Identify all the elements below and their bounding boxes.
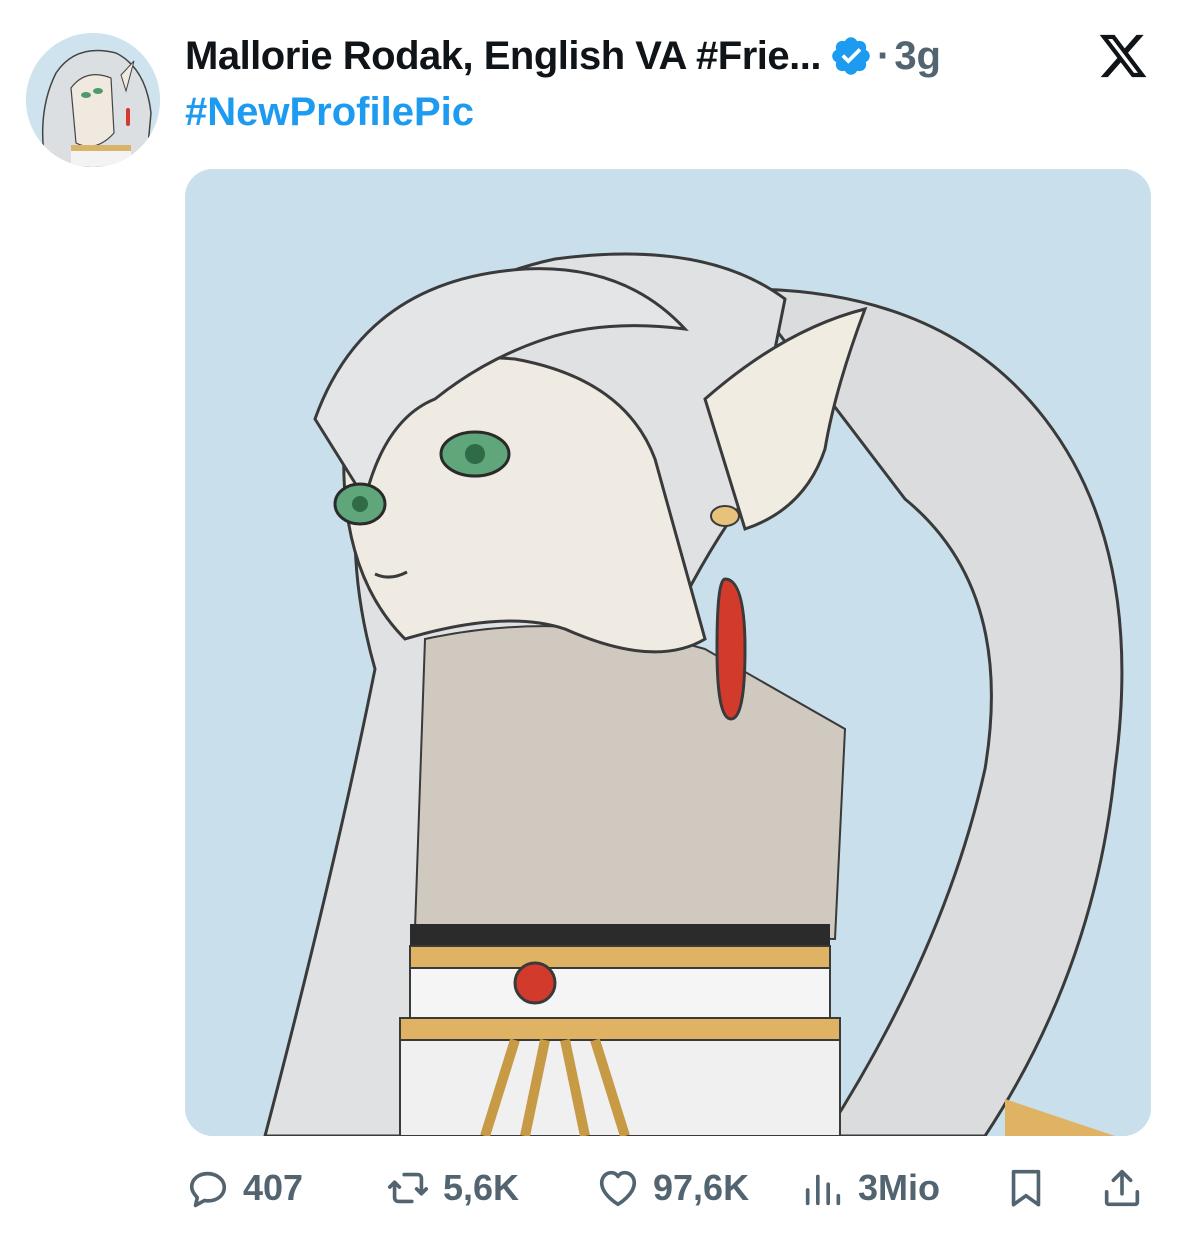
post-time[interactable]: 3g xyxy=(894,34,941,79)
reply-icon xyxy=(189,1171,227,1208)
retweet-button[interactable]: 5,6K xyxy=(385,1160,519,1216)
bookmark-button[interactable] xyxy=(1003,1160,1049,1216)
reply-button[interactable]: 407 xyxy=(185,1160,303,1216)
tweet-media[interactable] xyxy=(185,169,1151,1136)
retweet-icon xyxy=(387,1172,429,1204)
verified-badge-icon xyxy=(832,37,870,75)
views-button[interactable]: 3Mio xyxy=(800,1160,940,1216)
tweet-header: Mallorie Rodak, English VA #Frie... · 3g xyxy=(185,28,1149,84)
like-button[interactable]: 97,6K xyxy=(595,1160,749,1216)
tweet-action-bar: 407 5,6K 97,6K 3Mio xyxy=(185,1160,1151,1216)
x-logo-icon xyxy=(1099,34,1147,78)
heart-icon xyxy=(599,1170,637,1207)
bookmark-icon xyxy=(1011,1169,1041,1207)
views-count: 3Mio xyxy=(858,1167,941,1208)
share-icon xyxy=(1104,1169,1140,1207)
separator-dot: · xyxy=(876,33,891,78)
retweet-count: 5,6K xyxy=(443,1167,520,1208)
author-avatar[interactable] xyxy=(26,33,160,167)
author-name[interactable]: Mallorie Rodak, English VA #Frie... xyxy=(185,34,821,79)
tweet-hashtag[interactable]: #NewProfilePic xyxy=(185,90,474,135)
views-chart-icon xyxy=(805,1174,841,1206)
share-button[interactable] xyxy=(1099,1160,1145,1216)
reply-count: 407 xyxy=(243,1167,304,1208)
like-count: 97,6K xyxy=(653,1167,750,1208)
media-image xyxy=(185,169,1151,1136)
avatar-image xyxy=(26,33,160,167)
